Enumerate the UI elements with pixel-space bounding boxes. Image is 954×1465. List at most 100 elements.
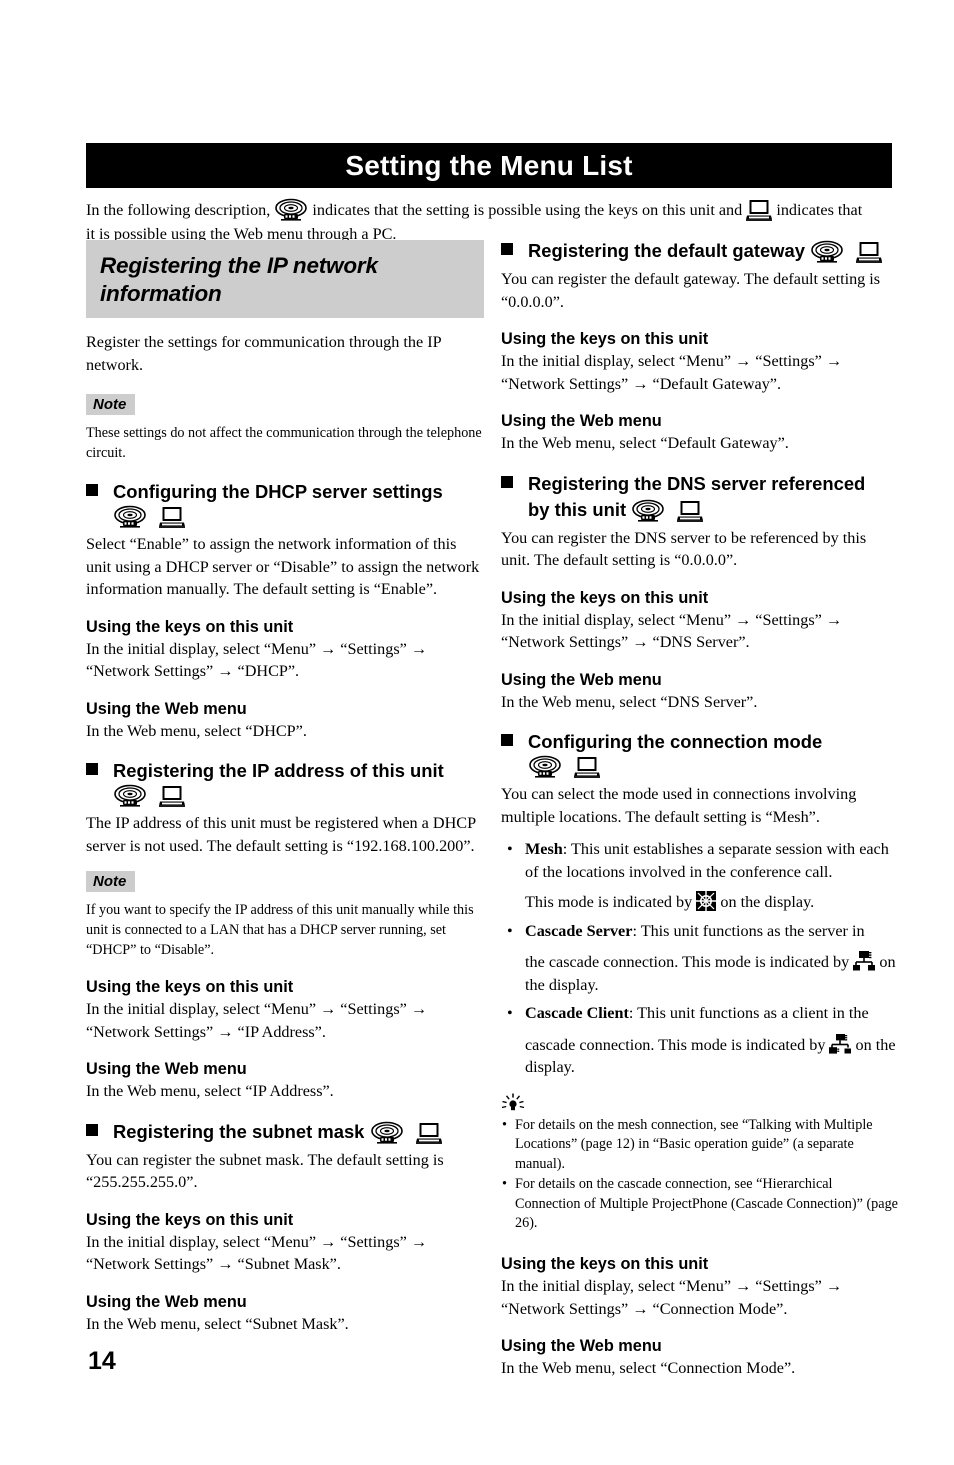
using-web-body: In the Web menu, select “DNS Server”. [501, 692, 758, 711]
hint-lightbulb-icon [501, 1093, 525, 1113]
connection-mode-list: • Mesh: This unit establishes a separate… [501, 838, 899, 1079]
using-keys-heading: Using the keys on this unit [86, 978, 294, 996]
topic-body: The IP address of this unit must be regi… [86, 814, 476, 855]
black-square-bullet-icon [501, 243, 513, 255]
bullet-dot-icon: • [507, 921, 513, 940]
mode-desc: : This unit functions as the server in [632, 921, 865, 940]
cascade-server-icon [853, 950, 876, 972]
mode-name: Cascade Server [525, 921, 633, 940]
using-keys-body: In the initial display, select “Menu” → … [501, 610, 843, 652]
using-web-heading: Using the Web menu [86, 1292, 247, 1311]
section-note-text: These settings do not affect the communi… [86, 425, 482, 461]
topic-dns-server: Registering the DNS server referenced by… [501, 471, 899, 714]
topic-heading-text: Registering the default gateway [528, 240, 805, 261]
hint-item: • For details on the mesh connection, see… [501, 1116, 899, 1175]
black-square-bullet-icon [501, 475, 513, 488]
using-web-heading: Using the Web menu [86, 1060, 247, 1078]
using-web-body: In the Web menu, select “DHCP”. [86, 721, 307, 740]
conference-unit-icon [810, 240, 844, 264]
topic-heading-text: Configuring the DHCP server settings [113, 481, 443, 502]
mode-name: Cascade Client [525, 1004, 629, 1022]
page-title: Setting the Menu List [345, 149, 633, 181]
laptop-pc-icon [574, 755, 601, 779]
topic-subnet-mask: Registering the subnet mask You can regi… [86, 1119, 484, 1336]
using-keys-body: In the initial display, select “Menu” → … [86, 1232, 428, 1274]
topic-heading-line-2: by this unit [501, 497, 899, 523]
mode-indicated-text-b: on the display. [720, 893, 815, 911]
topic-heading: Registering the DNS server referenced by… [501, 471, 899, 523]
mode-indicated-text-a: the cascade connection. This mode is ind… [525, 953, 850, 971]
section-heading-line-1: Registering the IP network [100, 253, 378, 278]
hint-text: For details on the cascade connection, s… [515, 1176, 898, 1232]
using-keys-body: In the initial display, select “Menu” → … [501, 352, 843, 393]
support-icons [810, 240, 883, 264]
topic-heading: Configuring the connection mode [501, 729, 899, 779]
laptop-pc-icon [746, 198, 773, 222]
topic-heading-text-line-2: by this unit [528, 498, 627, 520]
using-web-heading: Using the Web menu [501, 1337, 662, 1356]
topic-ip-address: Registering the IP address of this unit … [86, 758, 484, 1103]
mode-name: Mesh [525, 840, 563, 858]
page-number: 14 [88, 1347, 116, 1375]
mode-indicator-line: the cascade connection. This mode is ind… [525, 950, 899, 996]
using-keys-heading: Using the keys on this unit [501, 588, 709, 607]
bullet-dot-icon: • [502, 1116, 507, 1133]
laptop-pc-icon [856, 240, 883, 264]
using-keys-body: In the initial display, select “Menu” → … [86, 639, 428, 681]
topic-note: If you want to specify the IP address of… [86, 902, 474, 958]
conference-unit-icon [274, 198, 308, 222]
document-page: Setting the Menu List In the following d… [0, 0, 954, 1465]
support-icons [86, 503, 484, 529]
mode-indicated-text-a: cascade connection. This mode is indicat… [525, 1035, 826, 1054]
section-intro-text: Register the settings for communication … [86, 333, 442, 374]
topic-body: You can select the mode used in connecti… [501, 785, 857, 826]
conference-unit-icon [631, 499, 665, 523]
note-label: Note [86, 394, 136, 415]
bullet-dot-icon: • [507, 840, 513, 858]
using-keys-heading: Using the keys on this unit [501, 1255, 709, 1274]
topic-heading-text-line-1: Registering the DNS server referenced [528, 472, 866, 494]
topic-default-gateway: Registering the default gateway You can … [501, 238, 899, 455]
support-icons [86, 782, 484, 808]
using-keys-heading: Using the keys on this unit [501, 330, 709, 348]
intro-line-1: In the following description, indicates … [86, 198, 894, 222]
topic-dhcp-server-settings: Configuring the DHCP server settings Sel… [86, 479, 484, 742]
bullet-dot-icon: • [502, 1176, 507, 1193]
topic-heading-text: Registering the subnet mask [113, 1120, 365, 1142]
hint-list: • For details on the mesh connection, see… [501, 1116, 899, 1235]
conference-unit-icon [528, 755, 562, 779]
topic-heading-text: Registering the IP address of this unit [113, 760, 444, 781]
list-item-mesh: • Mesh: This unit establishes a separate… [501, 838, 899, 914]
list-item-cascade-server: • Cascade Server: This unit functions as… [501, 920, 899, 997]
topic-heading: Registering the default gateway [501, 238, 899, 264]
laptop-pc-icon [159, 505, 186, 529]
using-web-body: In the Web menu, select “Default Gateway… [501, 434, 789, 452]
mode-indicated-text-a: This mode is indicated by [525, 893, 693, 911]
hint-text: For details on the mesh connection, see … [515, 1116, 873, 1172]
list-item-cascade-client: • Cascade Client: This unit functions as… [501, 1002, 899, 1079]
topic-body: You can register the default gateway. Th… [501, 270, 881, 311]
using-web-heading: Using the Web menu [86, 699, 247, 718]
mode-desc: : This unit establishes a separate sessi… [525, 840, 889, 881]
mesh-mode-icon [696, 891, 717, 911]
intro-text-b: indicates that the setting is possible u… [312, 201, 743, 219]
section-heading: Registering the IP network information [100, 252, 470, 308]
mode-indicator-line: This mode is indicated by on the display… [525, 891, 899, 914]
topic-heading: Configuring the DHCP server settings [86, 479, 484, 529]
black-square-bullet-icon [501, 734, 513, 746]
using-web-body: In the Web menu, select “IP Address”. [86, 1082, 334, 1100]
topic-heading-text: Configuring the connection mode [528, 731, 823, 752]
topic-body: You can register the subnet mask. The de… [86, 1150, 444, 1192]
hint-block: • For details on the mesh connection, see… [501, 1093, 899, 1235]
using-web-heading: Using the Web menu [501, 412, 662, 430]
using-web-body: In the Web menu, select “Connection Mode… [501, 1359, 796, 1378]
bullet-dot-icon: • [507, 1004, 513, 1022]
topic-connection-mode: Configuring the connection mode You can … [501, 729, 899, 1380]
mode-desc: : This unit functions as a client in the [628, 1004, 869, 1022]
note-label: Note [86, 871, 136, 892]
section-heading-line-2: information [100, 281, 222, 306]
topic-heading: Registering the IP address of this unit [86, 758, 484, 808]
left-column: Registering the IP network information R… [86, 240, 484, 1337]
right-column: Registering the default gateway You can … [501, 238, 899, 1382]
using-keys-heading: Using the keys on this unit [86, 617, 294, 636]
